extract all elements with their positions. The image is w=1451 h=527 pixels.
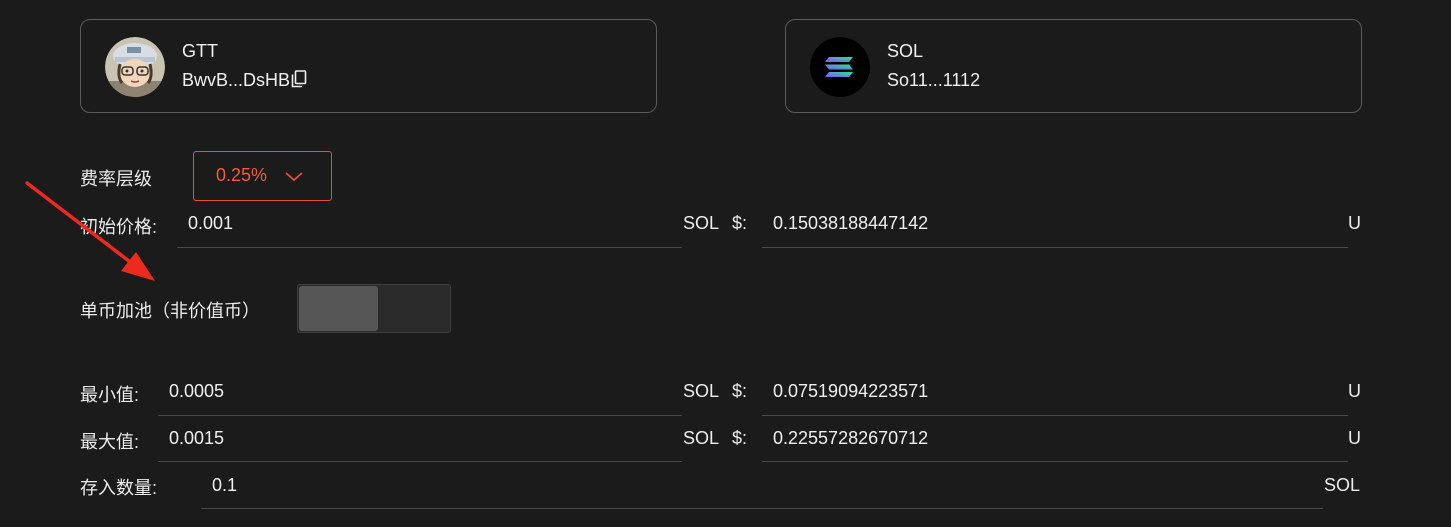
annotation-arrow xyxy=(25,181,155,281)
